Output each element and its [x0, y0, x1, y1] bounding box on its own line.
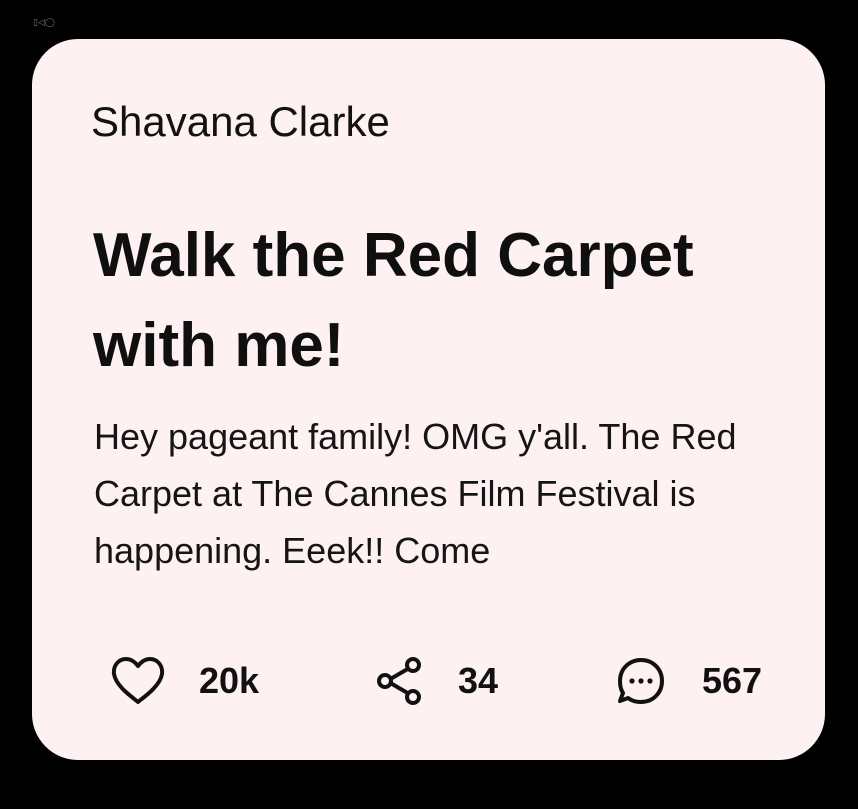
share-count: 34 [458, 660, 499, 701]
author-name: Shavana Clarke [91, 98, 390, 145]
post-excerpt: Hey pageant family! OMG y'all. The Red C… [94, 416, 737, 571]
post-actions-bar: 20k 34 567 [32, 646, 825, 716]
like-button[interactable]: 20k [110, 646, 259, 716]
post-title: Walk the Red Carpet with me! [93, 221, 694, 380]
comment-count: 567 [702, 660, 763, 701]
share-icon [375, 656, 423, 706]
system-indicator: ▯◁◯ [33, 18, 55, 28]
comment-button[interactable]: 567 [616, 646, 762, 716]
heart-icon [110, 656, 166, 706]
like-count: 20k [199, 660, 260, 701]
post-card[interactable]: Shavana Clarke Walk the Red Carpet with … [32, 39, 825, 760]
comment-icon [616, 656, 666, 706]
share-button[interactable]: 34 [375, 646, 498, 716]
